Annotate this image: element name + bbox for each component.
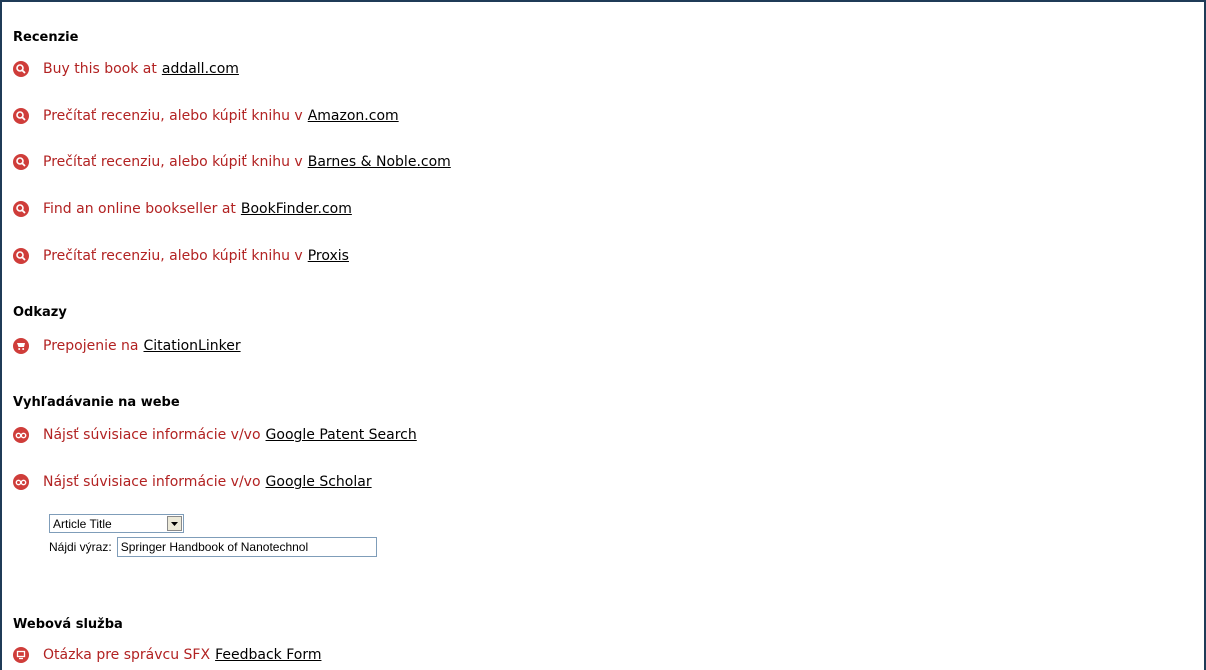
search-form: Article Title Nájdi výraz: — [49, 514, 377, 557]
google-scholar-link[interactable]: Google Scholar — [266, 474, 372, 490]
barnes-noble-link[interactable]: Barnes & Noble.com — [308, 154, 451, 170]
search-magnifier-icon — [13, 61, 29, 77]
search-magnifier-icon — [13, 201, 29, 217]
google-patent-search-link[interactable]: Google Patent Search — [266, 427, 417, 443]
review-row-text: Prečítať recenziu, alebo kúpiť knihu v — [43, 154, 303, 170]
review-row-bookfinder: Find an online bookseller at BookFinder.… — [13, 198, 352, 220]
review-row-text: Find an online bookseller at — [43, 201, 236, 217]
search-row: Nájdi výraz: — [49, 537, 377, 557]
web-search-row-text: Nájsť súvisiace informácie v/vo — [43, 427, 261, 443]
search-field-select[interactable]: Article Title — [49, 514, 184, 533]
bookfinder-link[interactable]: BookFinder.com — [241, 201, 352, 217]
monitor-icon — [13, 647, 29, 663]
review-row-addall: Buy this book at addall.com — [13, 58, 239, 80]
search-input[interactable] — [116, 537, 377, 557]
section-title-web-search: Vyhľadávanie na webe — [13, 395, 180, 410]
addall-link[interactable]: addall.com — [162, 61, 239, 77]
web-search-row-patent: Nájsť súvisiace informácie v/vo Google P… — [13, 424, 417, 446]
section-title-reviews: Recenzie — [13, 30, 79, 45]
feedback-form-link[interactable]: Feedback Form — [215, 647, 321, 663]
review-row-amazon: Prečítať recenziu, alebo kúpiť knihu v A… — [13, 105, 399, 127]
section-title-web-service: Webová služba — [13, 617, 123, 632]
web-service-row-text: Otázka pre správcu SFX — [43, 647, 211, 663]
web-service-row-feedback: Otázka pre správcu SFX Feedback Form — [13, 644, 321, 666]
review-row-text: Prečítať recenziu, alebo kúpiť knihu v — [43, 248, 303, 264]
amazon-link[interactable]: Amazon.com — [308, 108, 399, 124]
binoculars-icon — [13, 474, 29, 490]
search-magnifier-icon — [13, 108, 29, 124]
web-search-row-text: Nájsť súvisiace informácie v/vo — [43, 474, 261, 490]
review-row-proxis: Prečítať recenziu, alebo kúpiť knihu v P… — [13, 245, 349, 267]
search-field-select-value: Article Title — [53, 516, 112, 531]
binoculars-icon — [13, 427, 29, 443]
web-search-row-scholar: Nájsť súvisiace informácie v/vo Google S… — [13, 471, 372, 493]
section-title-links: Odkazy — [13, 305, 67, 320]
review-row-text: Prečítať recenziu, alebo kúpiť knihu v — [43, 108, 303, 124]
search-label: Nájdi výraz: — [49, 540, 112, 554]
links-row-text: Prepojenie na — [43, 338, 139, 354]
search-magnifier-icon — [13, 154, 29, 170]
cart-icon — [13, 338, 29, 354]
review-row-text: Buy this book at — [43, 61, 157, 77]
proxis-link[interactable]: Proxis — [308, 248, 349, 264]
search-magnifier-icon — [13, 248, 29, 264]
citationlinker-link[interactable]: CitationLinker — [144, 338, 241, 354]
review-row-barnes-noble: Prečítať recenziu, alebo kúpiť knihu v B… — [13, 151, 451, 173]
chevron-down-icon[interactable] — [167, 516, 182, 531]
links-row-citationlinker: Prepojenie na CitationLinker — [13, 335, 241, 357]
